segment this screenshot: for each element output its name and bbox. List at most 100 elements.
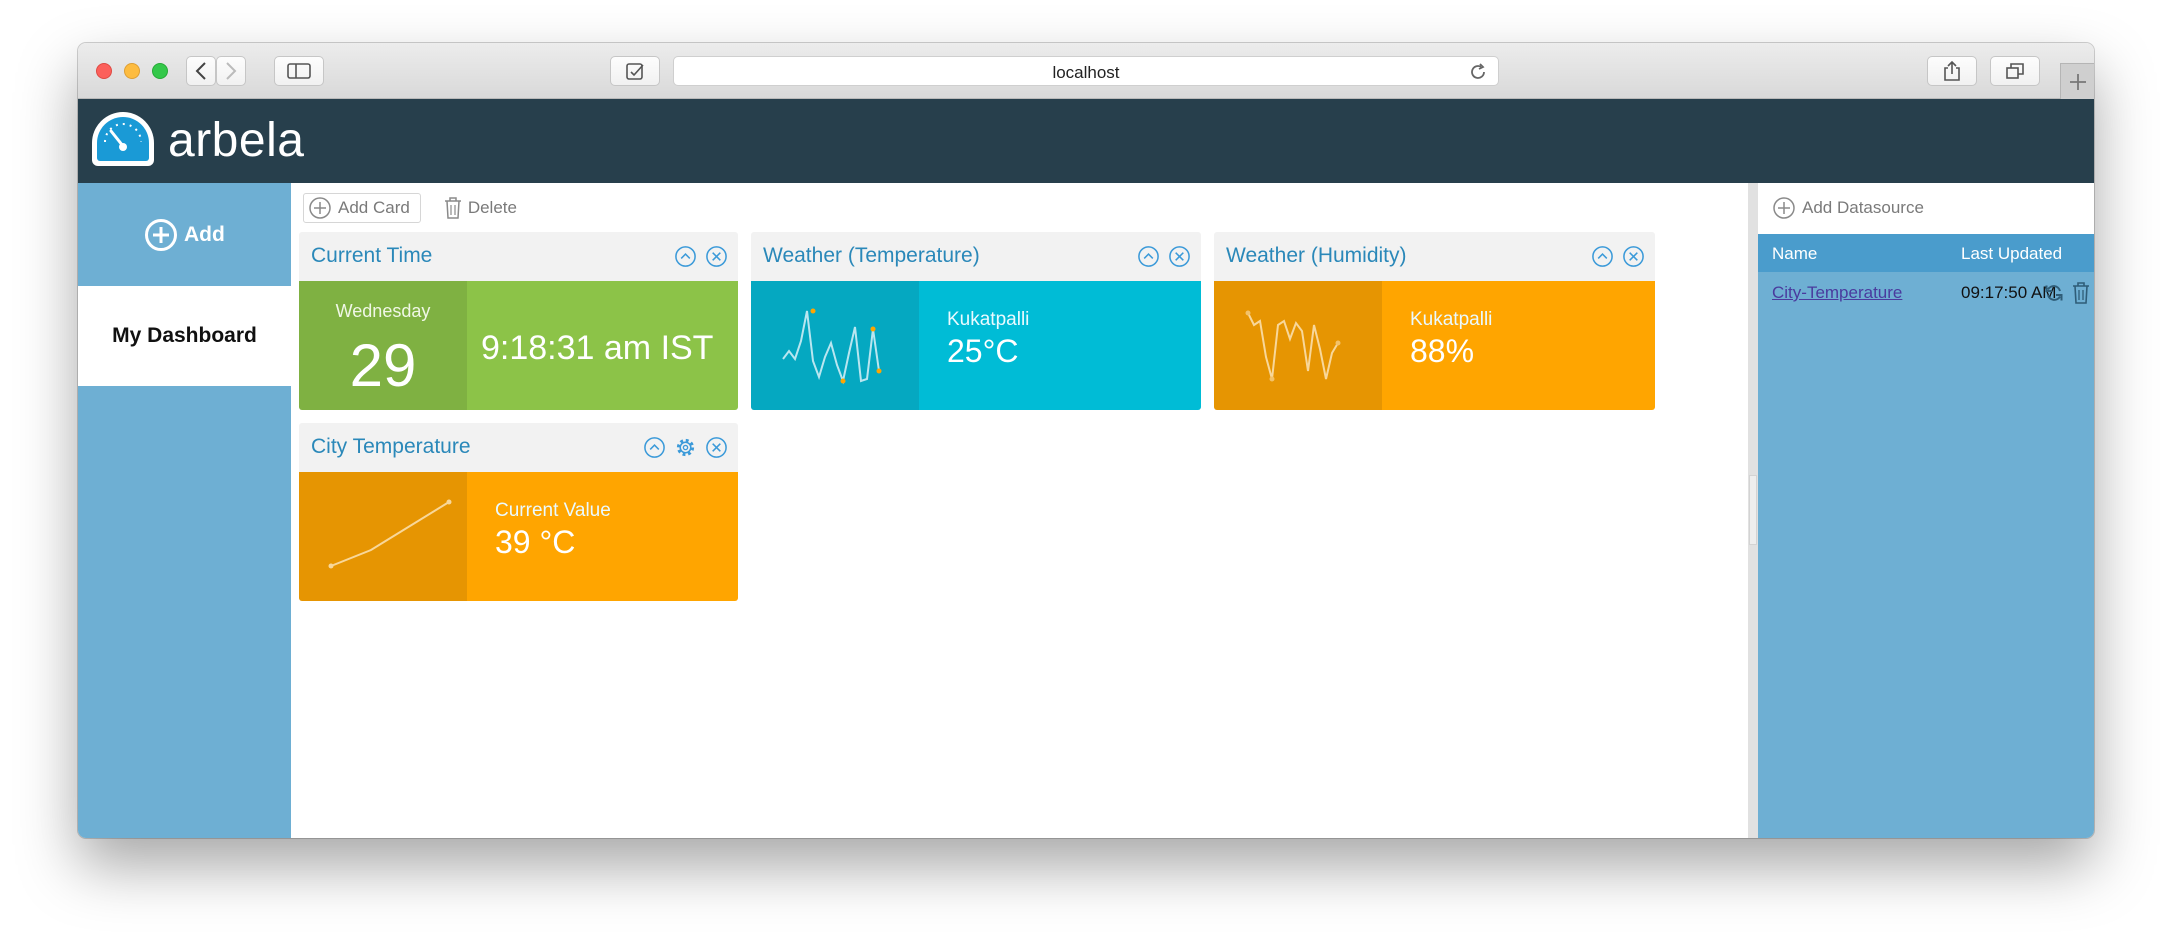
new-tab-icon bbox=[2070, 74, 2086, 90]
add-dashboard-button[interactable]: Add bbox=[78, 183, 291, 285]
card-actions bbox=[1591, 245, 1645, 268]
city-temperature-sparkline bbox=[328, 499, 452, 569]
card-title: Current Time bbox=[311, 244, 433, 267]
add-card-label: Add Card bbox=[338, 198, 410, 217]
datasource-toolbar: Add Datasource bbox=[1758, 183, 2094, 234]
collapse-icon[interactable] bbox=[1591, 245, 1614, 268]
delete-button[interactable]: Delete bbox=[439, 193, 528, 223]
gear-icon[interactable] bbox=[674, 436, 697, 459]
temperature-sparkline bbox=[782, 308, 882, 385]
trash-icon bbox=[444, 197, 461, 219]
delete-label: Delete bbox=[467, 198, 517, 217]
column-header-name: Name bbox=[1772, 244, 1818, 263]
collapse-icon[interactable] bbox=[674, 245, 697, 268]
sidebar-toggle-button[interactable] bbox=[274, 56, 324, 86]
back-icon bbox=[195, 62, 206, 80]
splitter-grip[interactable] bbox=[1749, 475, 1757, 545]
plus-circle-icon bbox=[145, 219, 177, 251]
sparkline-panel bbox=[1214, 281, 1382, 410]
left-sidebar: Add My Dashboard bbox=[78, 183, 291, 838]
browser-toolbar: localhost bbox=[78, 43, 2094, 99]
collapse-icon[interactable] bbox=[1137, 245, 1160, 268]
close-icon[interactable] bbox=[705, 245, 728, 268]
close-icon[interactable] bbox=[1622, 245, 1645, 268]
trash-icon[interactable] bbox=[2072, 281, 2090, 305]
card-actions bbox=[1137, 245, 1191, 268]
humidity-panel: Kukatpalli 88% bbox=[1382, 281, 1655, 410]
card-actions bbox=[674, 245, 728, 268]
app-brand[interactable]: arbela bbox=[168, 113, 304, 168]
card-header: Weather (Humidity) bbox=[1214, 232, 1655, 281]
forward-button[interactable] bbox=[216, 56, 246, 86]
card-header: City Temperature bbox=[299, 423, 738, 472]
notes-icon bbox=[626, 63, 644, 80]
day-name: Wednesday bbox=[335, 301, 431, 321]
current-value: 39 °C bbox=[495, 524, 576, 560]
sidebar-item-my-dashboard[interactable]: My Dashboard bbox=[78, 286, 291, 386]
card-city-temperature: City Temperature Current Value 39 °C bbox=[299, 423, 738, 601]
current-value-label: Current Value bbox=[495, 500, 611, 521]
card-actions bbox=[643, 436, 728, 459]
datasource-panel: Add Datasource Name Last Updated City-Te… bbox=[1758, 183, 2094, 838]
reload-icon[interactable] bbox=[1468, 62, 1488, 82]
card-header: Current Time bbox=[299, 232, 738, 281]
tabs-overview-button[interactable] bbox=[1990, 56, 2040, 86]
datasource-table-header: Name Last Updated bbox=[1758, 234, 2094, 272]
notes-button[interactable] bbox=[610, 56, 660, 86]
current-value-panel: Current Value 39 °C bbox=[467, 472, 738, 601]
card-body: Kukatpalli 88% bbox=[1214, 281, 1655, 410]
sparkline-panel bbox=[751, 281, 919, 410]
sidebar-toggle-icon bbox=[287, 63, 311, 79]
location-label: Kukatpalli bbox=[947, 309, 1030, 330]
address-bar[interactable]: localhost bbox=[673, 56, 1499, 86]
zoom-window-button[interactable] bbox=[152, 63, 168, 79]
card-body: Current Value 39 °C bbox=[299, 472, 738, 601]
time-value: 9:18:31 am IST bbox=[481, 329, 714, 367]
close-window-button[interactable] bbox=[96, 63, 112, 79]
humidity-value: 88% bbox=[1410, 333, 1475, 369]
back-button[interactable] bbox=[186, 56, 216, 86]
card-body: Kukatpalli 25°C bbox=[751, 281, 1201, 410]
tabs-icon bbox=[2006, 63, 2024, 79]
day-number: 29 bbox=[349, 332, 417, 399]
close-icon[interactable] bbox=[1168, 245, 1191, 268]
minimize-window-button[interactable] bbox=[124, 63, 140, 79]
card-weather-humidity: Weather (Humidity) Kukatpalli 88% bbox=[1214, 232, 1655, 410]
refresh-icon[interactable] bbox=[2044, 283, 2064, 303]
card-weather-temperature: Weather (Temperature) Kukatpalli 25°C bbox=[751, 232, 1201, 410]
datasource-last-updated: 09:17:50 AM bbox=[1961, 283, 2057, 302]
add-datasource-label: Add Datasource bbox=[1802, 198, 1924, 217]
share-button[interactable] bbox=[1927, 56, 1977, 86]
collapse-icon[interactable] bbox=[643, 436, 666, 459]
card-body: Wednesday 29 9:18:31 am IST bbox=[299, 281, 738, 410]
temperature-value: 25°C bbox=[947, 333, 1019, 369]
browser-window: localhost arbela Add My Dashboard Add Ca… bbox=[78, 43, 2094, 838]
card-title: City Temperature bbox=[311, 435, 471, 458]
new-tab-button[interactable] bbox=[2060, 63, 2094, 99]
dashboard-toolbar: Add Card Delete bbox=[303, 193, 528, 223]
speedometer-logo-icon bbox=[92, 112, 154, 166]
app-header: arbela bbox=[78, 99, 2094, 183]
card-title: Weather (Humidity) bbox=[1226, 244, 1407, 267]
datasource-name-link[interactable]: City-Temperature bbox=[1772, 283, 1902, 303]
plus-circle-icon bbox=[1773, 197, 1795, 219]
card-title: Weather (Temperature) bbox=[763, 244, 980, 267]
close-icon[interactable] bbox=[705, 436, 728, 459]
card-header: Weather (Temperature) bbox=[751, 232, 1201, 281]
forward-icon bbox=[226, 62, 237, 80]
dashboard-area: Add Card Delete Current Time Wednesday 2… bbox=[291, 183, 1748, 838]
time-panel: 9:18:31 am IST bbox=[467, 281, 738, 410]
humidity-sparkline bbox=[1245, 310, 1341, 382]
date-panel: Wednesday 29 bbox=[299, 281, 467, 410]
add-label: Add bbox=[184, 223, 225, 246]
column-header-last-updated: Last Updated bbox=[1961, 244, 2063, 263]
url-text: localhost bbox=[1052, 63, 1120, 82]
add-card-button[interactable]: Add Card bbox=[303, 193, 421, 223]
temperature-panel: Kukatpalli 25°C bbox=[919, 281, 1201, 410]
location-label: Kukatpalli bbox=[1410, 309, 1493, 330]
plus-circle-icon bbox=[309, 197, 331, 219]
card-current-time: Current Time Wednesday 29 9:18:31 am IST bbox=[299, 232, 738, 410]
panel-splitter[interactable] bbox=[1748, 183, 1758, 838]
add-datasource-button[interactable]: Add Datasource bbox=[1772, 196, 1924, 220]
share-icon bbox=[1944, 60, 1960, 81]
